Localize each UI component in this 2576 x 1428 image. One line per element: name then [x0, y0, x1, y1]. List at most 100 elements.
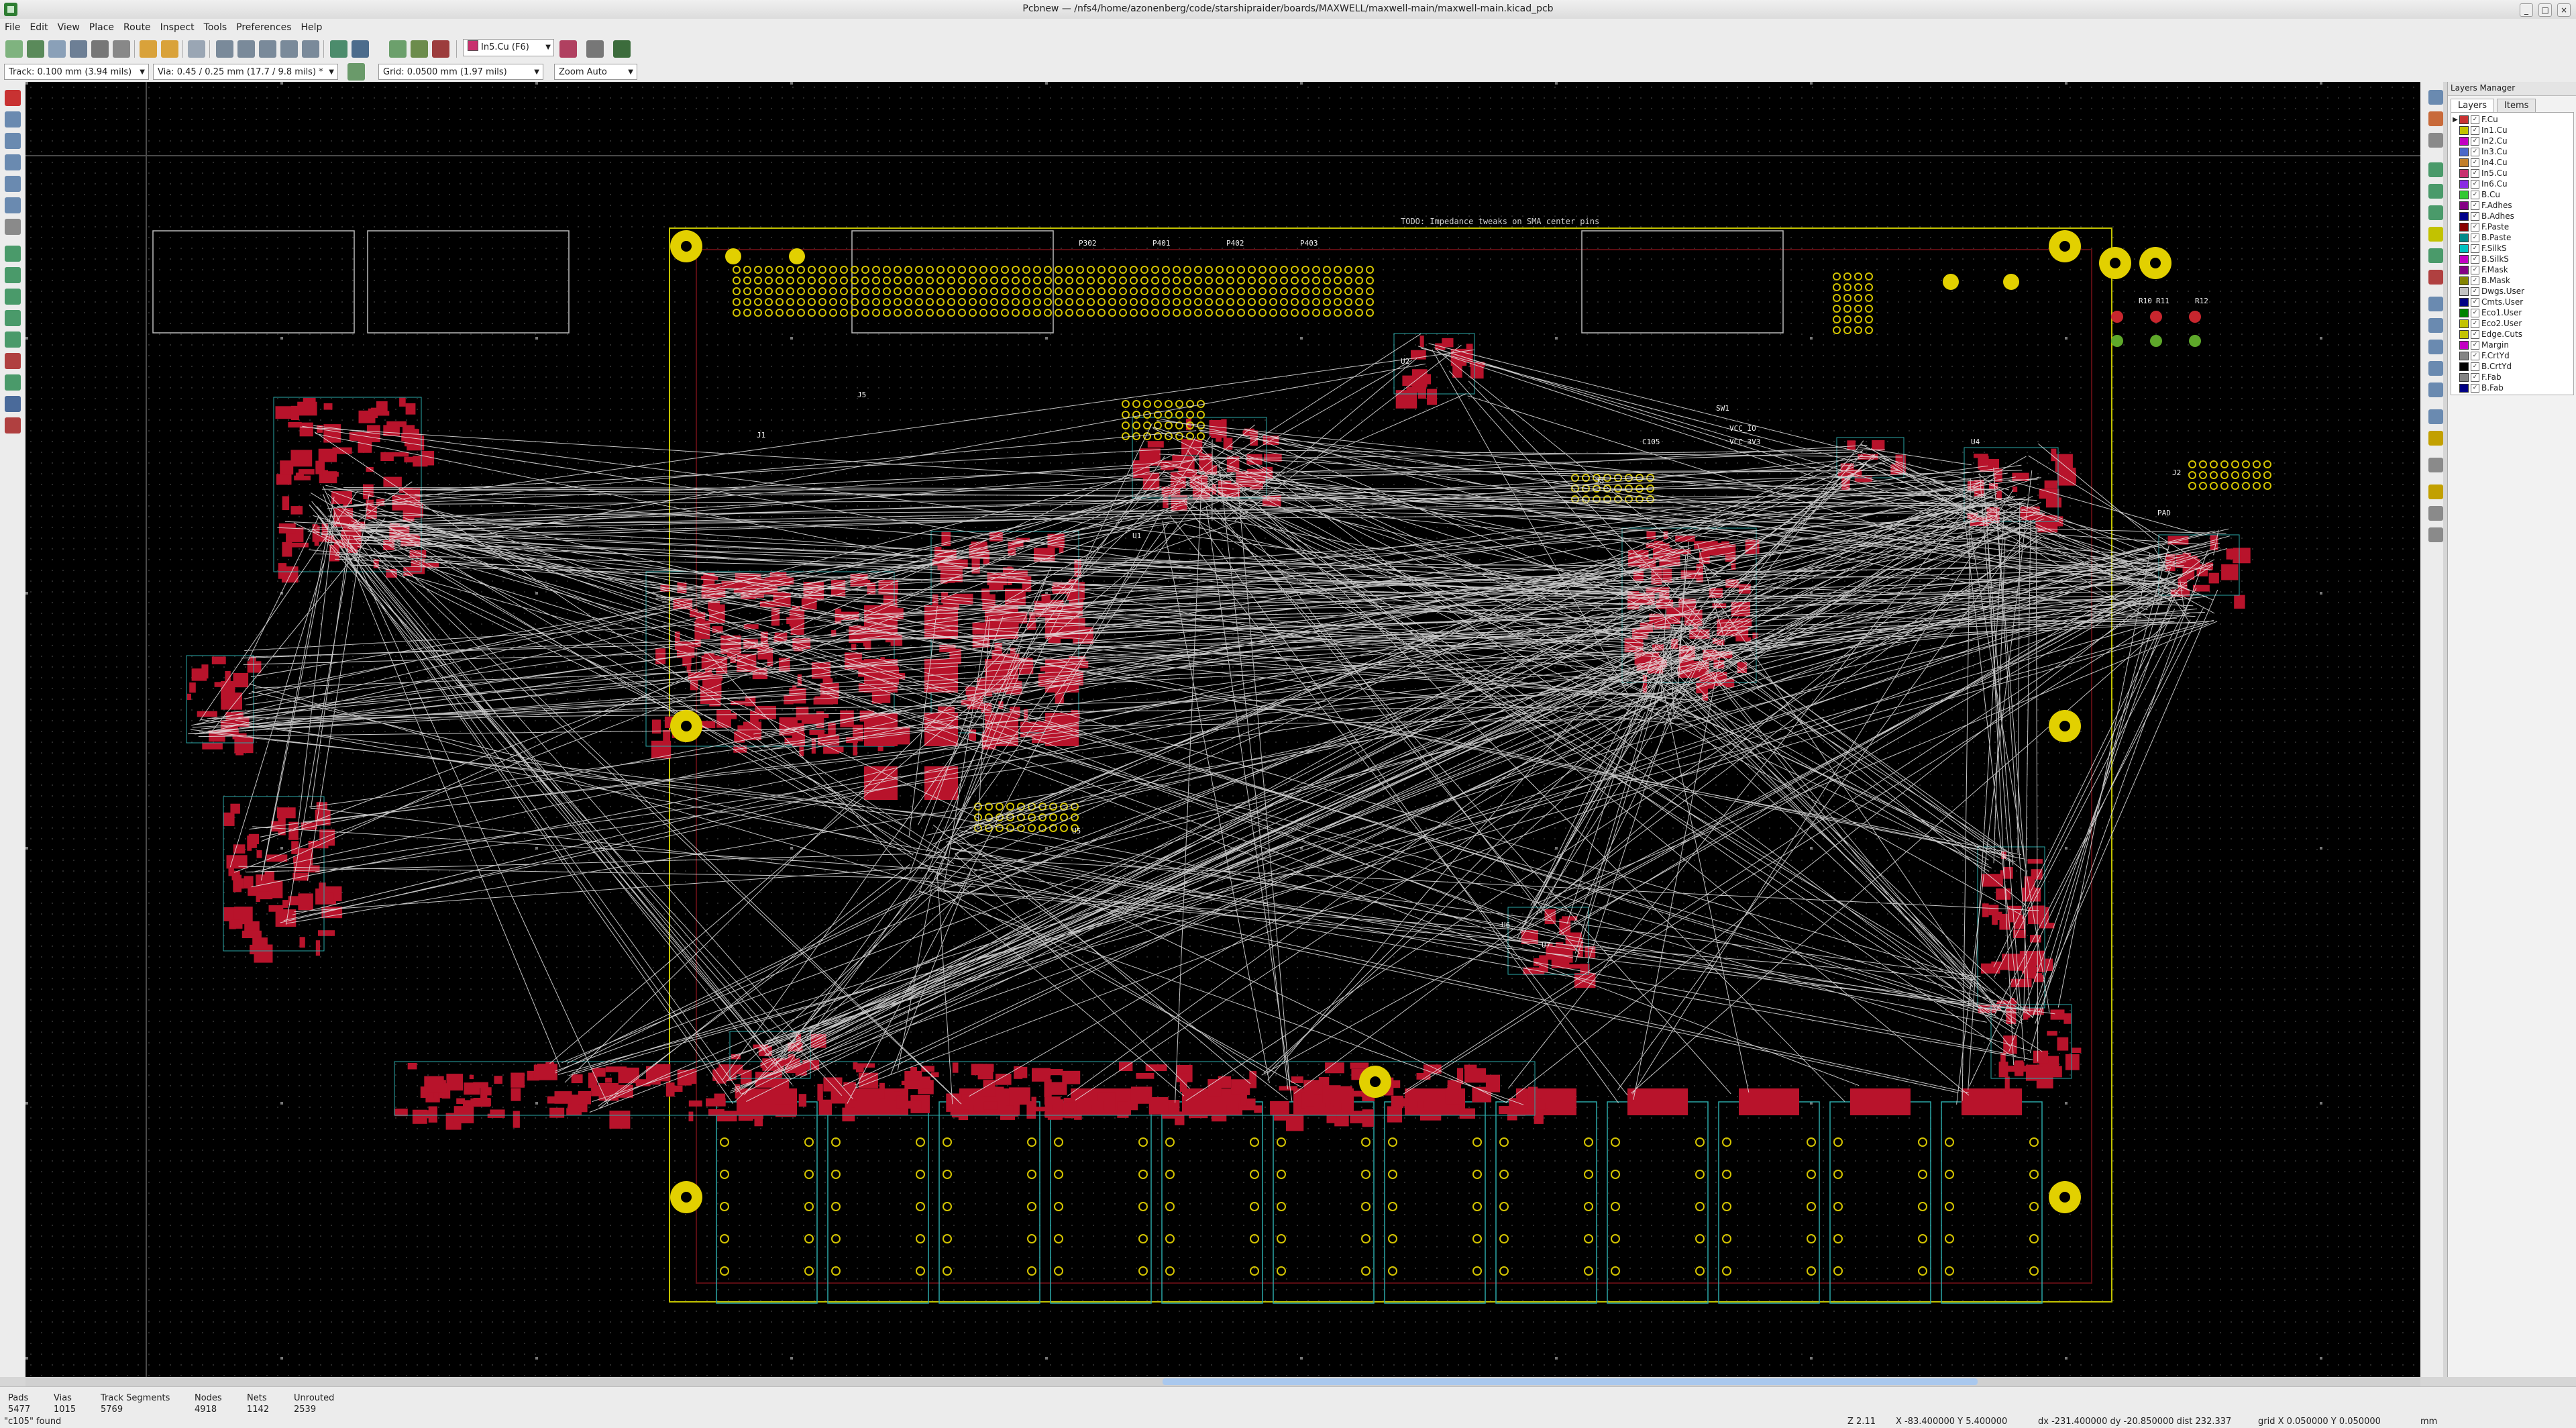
layer-row[interactable]: ✓ B.CrtYd: [2451, 361, 2573, 372]
smd-pad[interactable]: [1254, 1105, 1263, 1113]
smd-pad[interactable]: [651, 719, 661, 734]
zoom-out-icon[interactable]: [259, 40, 276, 58]
smd-pad[interactable]: [191, 668, 207, 681]
smd-pad[interactable]: [1322, 1085, 1340, 1103]
layer-visibility-checkbox[interactable]: ✓: [2471, 254, 2479, 264]
add-zone-icon[interactable]: [2428, 248, 2443, 263]
smd-pad[interactable]: [1326, 1112, 1337, 1123]
zone-fill-icon[interactable]: [5, 246, 21, 262]
smd-pad[interactable]: [817, 1084, 823, 1101]
smd-pad[interactable]: [2208, 572, 2219, 584]
save-icon[interactable]: [70, 40, 87, 58]
smd-pad[interactable]: [1145, 1064, 1167, 1072]
open-board-icon[interactable]: [48, 40, 66, 58]
smd-pad[interactable]: [1470, 362, 1484, 379]
layer-row[interactable]: ✓ In3.Cu: [2451, 146, 2573, 157]
smd-pad[interactable]: [366, 505, 377, 519]
print-icon[interactable]: [91, 40, 109, 58]
smd-pad[interactable]: [290, 405, 299, 420]
add-footprint-icon[interactable]: [2428, 162, 2443, 177]
layer-color-swatch[interactable]: [2459, 362, 2469, 371]
layer-color-swatch[interactable]: [2459, 329, 2469, 339]
smd-pad[interactable]: [1130, 1086, 1152, 1104]
smd-pad[interactable]: [318, 448, 337, 462]
horizontal-scrollbar[interactable]: [25, 1377, 2420, 1386]
minimize-button[interactable]: _: [2520, 3, 2533, 17]
smd-pad[interactable]: [187, 693, 191, 701]
smd-pad[interactable]: [1009, 1087, 1030, 1105]
smd-pad[interactable]: [469, 1074, 474, 1080]
layer-color-swatch[interactable]: [2459, 383, 2469, 393]
layer-visibility-checkbox[interactable]: ✓: [2471, 190, 2479, 199]
layer-visibility-checkbox[interactable]: ✓: [2471, 125, 2479, 135]
smd-pad[interactable]: [952, 1062, 959, 1073]
layer-row[interactable]: ✓ In4.Cu: [2451, 157, 2573, 168]
layer-visibility-checkbox[interactable]: ✓: [2471, 168, 2479, 178]
ratsnest-icon[interactable]: [5, 219, 21, 235]
layer-row[interactable]: ✓ F.Mask: [2451, 264, 2573, 275]
smd-pad[interactable]: [318, 930, 335, 936]
smd-pad[interactable]: [879, 1082, 885, 1099]
footprint-browser-icon[interactable]: [389, 40, 407, 58]
smd-pad[interactable]: [1464, 1068, 1487, 1083]
layer-row[interactable]: ✓ B.Cu: [2451, 189, 2573, 200]
smd-pad[interactable]: [1988, 905, 1999, 915]
smd-pad[interactable]: [786, 617, 798, 625]
smd-pad[interactable]: [981, 589, 990, 601]
layer-visibility-checkbox[interactable]: ✓: [2471, 211, 2479, 221]
layer-row[interactable]: ✓ B.Mask: [2451, 275, 2573, 286]
smd-pad[interactable]: [315, 940, 321, 956]
layer-color-swatch[interactable]: [2459, 179, 2469, 189]
smd-pad[interactable]: [511, 1072, 525, 1088]
smd-pad[interactable]: [2057, 467, 2076, 486]
smd-pad[interactable]: [798, 1094, 807, 1107]
smd-pad[interactable]: [1249, 1071, 1257, 1088]
route-track-icon[interactable]: [2428, 184, 2443, 199]
layer-visibility-checkbox[interactable]: ✓: [2471, 319, 2479, 328]
smd-pad[interactable]: [276, 474, 292, 485]
smd-pad[interactable]: [1419, 1115, 1442, 1121]
layer-color-swatch[interactable]: [2459, 276, 2469, 285]
smd-pad[interactable]: [2063, 1013, 2072, 1024]
smd-pad[interactable]: [211, 656, 226, 664]
plot-icon[interactable]: [113, 40, 130, 58]
layer-visibility-checkbox[interactable]: ✓: [2471, 179, 2479, 189]
smd-pad[interactable]: [297, 848, 313, 859]
smd-pad[interactable]: [231, 919, 241, 928]
smd-pad[interactable]: [399, 397, 406, 407]
layer-color-swatch[interactable]: [2459, 308, 2469, 317]
smd-pad[interactable]: [1350, 1111, 1363, 1123]
smd-pad[interactable]: [1097, 1092, 1116, 1101]
smd-pad[interactable]: [1417, 1101, 1424, 1109]
menu-inspect[interactable]: Inspect: [156, 22, 199, 33]
layer-row[interactable]: ✓ In2.Cu: [2451, 136, 2573, 146]
smd-pad[interactable]: [1646, 531, 1656, 540]
delete-icon[interactable]: [2428, 458, 2443, 472]
add-polygon-icon[interactable]: [2428, 361, 2443, 376]
smd-pad[interactable]: [327, 472, 339, 477]
smd-pad[interactable]: [1559, 919, 1571, 935]
smd-pad[interactable]: [1325, 1062, 1344, 1074]
smd-pad[interactable]: [473, 1082, 488, 1088]
smd-pad[interactable]: [2015, 1060, 2024, 1076]
menu-file[interactable]: File: [0, 22, 25, 33]
via-sketch-icon[interactable]: [5, 310, 21, 326]
smd-pad[interactable]: [818, 1099, 832, 1115]
layer-color-swatch[interactable]: [2459, 190, 2469, 199]
layer-visibility-checkbox[interactable]: ✓: [2471, 340, 2479, 350]
smd-pad[interactable]: [809, 730, 825, 735]
grid-origin-icon[interactable]: [2428, 506, 2443, 521]
smd-pad[interactable]: [665, 1082, 675, 1097]
smd-pad[interactable]: [230, 803, 240, 814]
menu-help[interactable]: Help: [297, 22, 327, 33]
smd-pad[interactable]: [303, 397, 316, 415]
smd-pad[interactable]: [716, 709, 731, 728]
3d-viewer-icon[interactable]: [613, 40, 631, 58]
smd-pad[interactable]: [784, 695, 794, 705]
smd-pad[interactable]: [1175, 1111, 1185, 1125]
smd-pad[interactable]: [1077, 1105, 1092, 1113]
smd-pad[interactable]: [1240, 1092, 1247, 1106]
smd-pad[interactable]: [276, 807, 296, 819]
smd-pad[interactable]: [2012, 487, 2018, 492]
undo-icon[interactable]: [140, 40, 157, 58]
